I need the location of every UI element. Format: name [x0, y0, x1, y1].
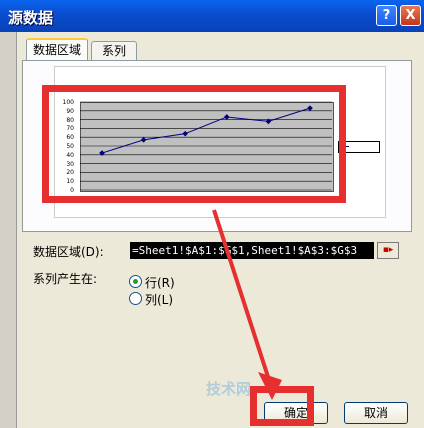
- cancel-button[interactable]: 取消: [344, 402, 408, 424]
- arrow-line: [212, 209, 272, 384]
- annotation-arrow: [212, 209, 282, 400]
- highlight-ok-box: [250, 386, 314, 426]
